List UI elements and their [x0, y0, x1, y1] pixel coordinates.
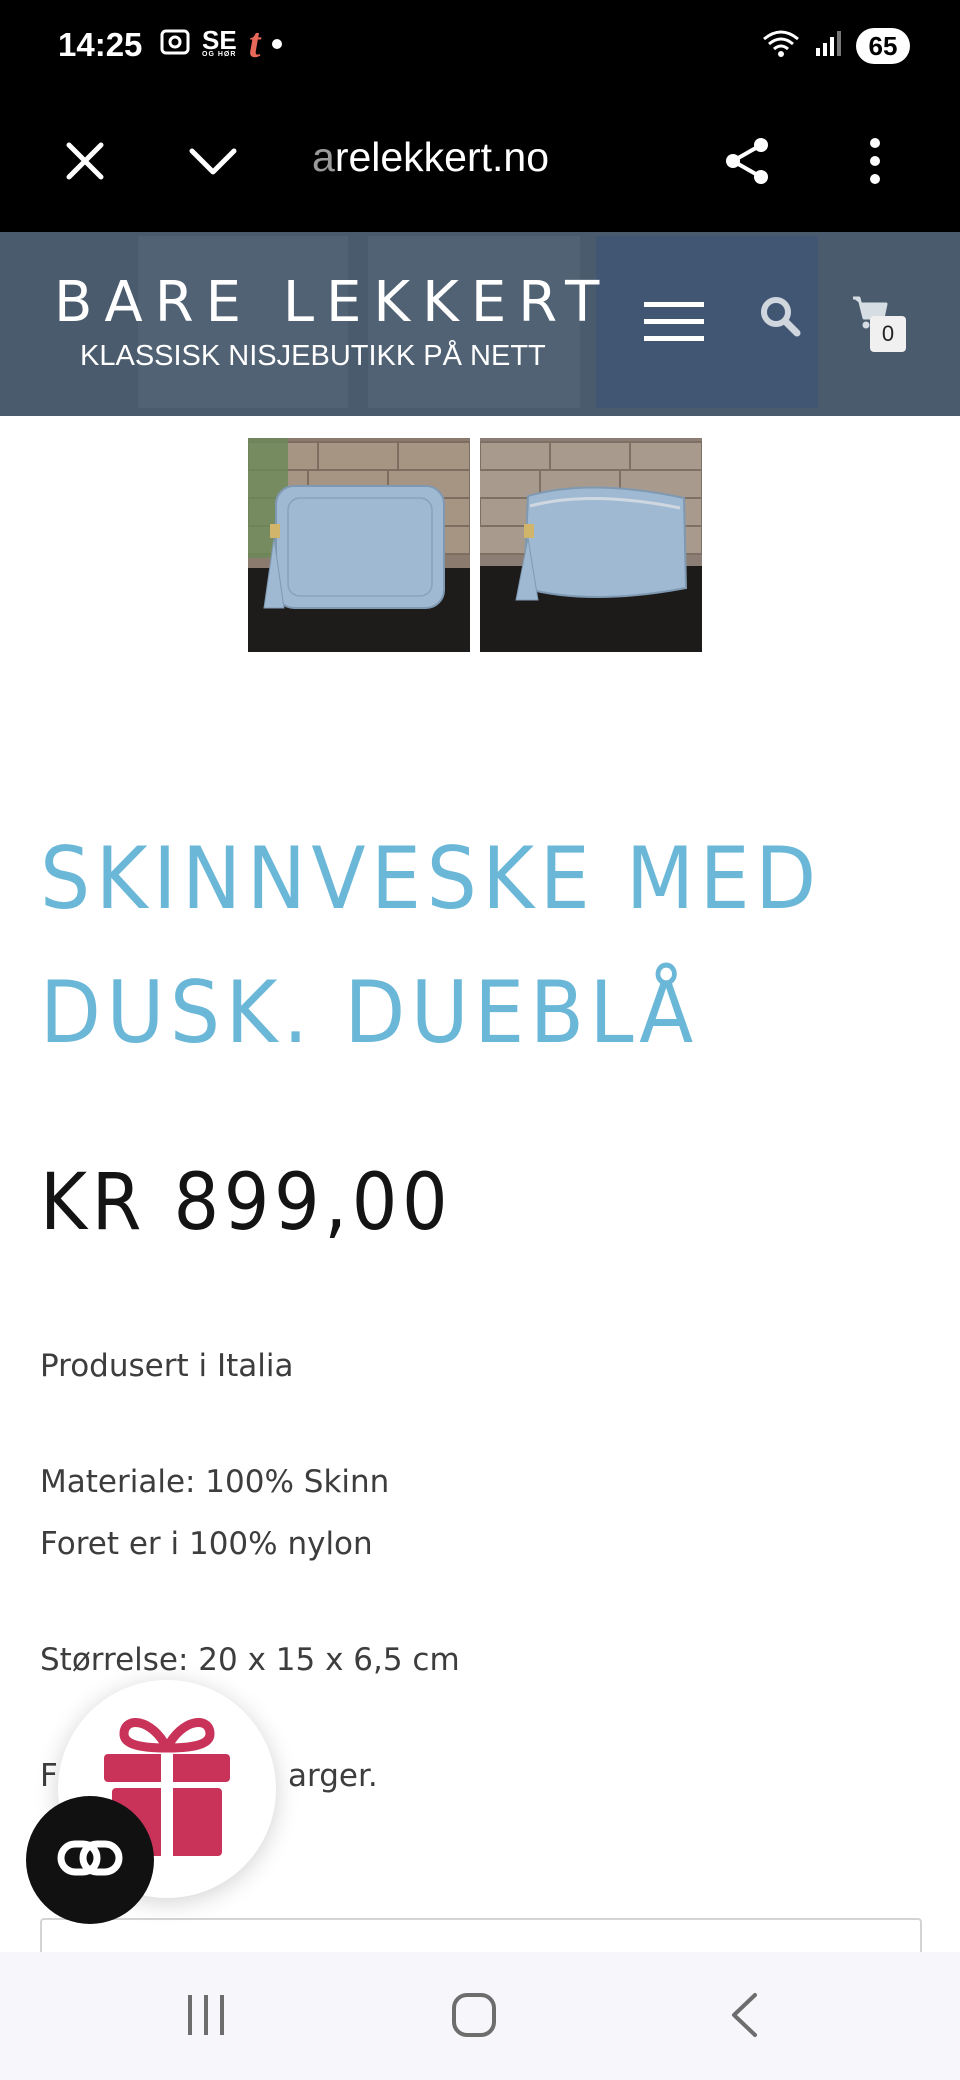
back-icon	[729, 1992, 759, 2042]
site-logo-title[interactable]: BARE LEKKERT	[54, 270, 611, 335]
chevron-down-icon	[189, 146, 237, 180]
more-vertical-icon	[869, 137, 881, 189]
product-thumbnail-1[interactable]	[248, 438, 470, 652]
back-button[interactable]	[704, 1982, 784, 2052]
system-icons: 65	[762, 28, 910, 64]
notification-icons: SE OG HØR t	[160, 21, 283, 67]
product-image-angle	[480, 438, 702, 652]
status-time: 14:25	[58, 26, 143, 63]
hamburger-icon	[644, 300, 704, 348]
home-icon	[451, 1992, 497, 2042]
description-line: Størrelse: 20 x 15 x 6,5 cm	[40, 1642, 460, 1678]
minimize-button[interactable]	[178, 128, 248, 198]
status-bar: 14:25 SE OG HØR t 65	[0, 0, 960, 98]
product-title-line: SKINNVESKE MED	[40, 829, 822, 929]
recent-apps-icon	[184, 1995, 228, 2039]
browser-toolbar: arelekkert.no	[0, 98, 960, 232]
description-line: Materiale: 100% Skinn	[40, 1464, 390, 1500]
screenshot-icon	[160, 28, 190, 60]
home-button[interactable]	[434, 1982, 514, 2052]
description-line: Foret er i 100% nylon	[40, 1526, 373, 1562]
product-title-line: DUSK. DUEBLÅ	[40, 963, 699, 1063]
product-thumbnail-2[interactable]	[480, 438, 702, 652]
cart-count-badge: 0	[870, 316, 906, 352]
product-title: SKINNVESKE MED DUSK. DUEBLÅ	[40, 812, 850, 1080]
close-tab-button[interactable]	[50, 128, 120, 198]
search-button[interactable]	[756, 294, 804, 342]
more-options-button[interactable]	[840, 128, 910, 198]
search-icon	[759, 295, 801, 341]
menu-button[interactable]	[644, 300, 704, 348]
site-header: BARE LEKKERT KLASSISK NISJEBUTIKK PÅ NET…	[0, 232, 960, 416]
tv2-t-icon: t	[248, 21, 261, 67]
link-icon	[57, 1840, 123, 1880]
site-tagline: KLASSISK NISJEBUTIKK PÅ NETT	[80, 340, 546, 372]
description-line-end: arger.	[288, 1758, 378, 1794]
system-navigation-bar	[0, 1952, 960, 2080]
wifi-icon	[762, 29, 800, 63]
close-icon	[65, 141, 105, 185]
description-line-start: F	[40, 1758, 58, 1794]
url-display[interactable]: arelekkert.no	[312, 134, 549, 181]
se-og-hor-icon: SE OG HØR	[202, 25, 237, 58]
share-icon	[721, 135, 773, 191]
recent-apps-button[interactable]	[166, 1982, 246, 2052]
description-line: Produsert i Italia	[40, 1348, 294, 1384]
signal-icon	[814, 30, 842, 62]
product-image-front	[248, 438, 470, 652]
battery-indicator: 65	[856, 28, 910, 64]
share-button[interactable]	[712, 128, 782, 198]
product-price: KR 899,00	[40, 1158, 453, 1248]
notification-dot-icon	[272, 39, 283, 49]
consent-settings-button[interactable]	[26, 1796, 154, 1924]
